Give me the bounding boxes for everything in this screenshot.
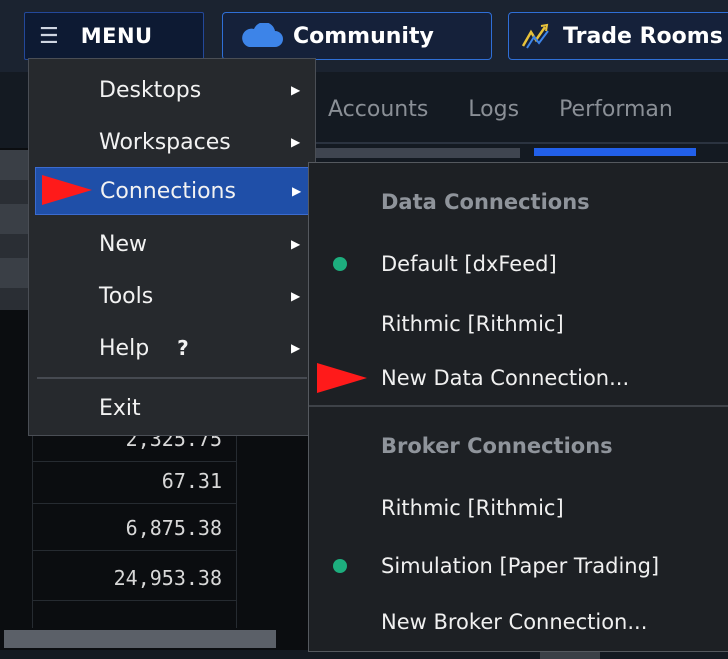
- menu-item-workspaces[interactable]: Workspaces ▶: [29, 119, 315, 165]
- menu-item-tools[interactable]: Tools ▶: [29, 273, 315, 319]
- caret-right-icon: ▶: [291, 341, 301, 355]
- panel-header-strip: [310, 148, 520, 158]
- community-button[interactable]: Community: [222, 12, 492, 60]
- menu-divider: [37, 377, 307, 379]
- tab-logs[interactable]: Logs: [468, 97, 519, 122]
- data-connections-header: Data Connections: [309, 177, 728, 227]
- connection-label: Default [dxFeed]: [381, 252, 557, 276]
- broker-connections-header: Broker Connections: [309, 421, 728, 471]
- tab-divider: [310, 142, 728, 144]
- menu-item-new[interactable]: New ▶: [29, 221, 315, 267]
- connection-label: New Broker Connection...: [381, 610, 648, 634]
- menu-item-label: Help: [99, 335, 150, 361]
- menu-item-label: Connections: [100, 178, 236, 204]
- panel-blue-header: [534, 148, 696, 156]
- connected-status-icon: [333, 559, 347, 573]
- question-icon: ?: [177, 336, 189, 360]
- menu-item-help[interactable]: Help ? ▶: [29, 325, 315, 371]
- tab-performance[interactable]: Performan: [559, 97, 673, 122]
- menu-button-label: MENU: [80, 24, 153, 48]
- connection-item-rithmic-data[interactable]: Rithmic [Rithmic]: [309, 299, 728, 349]
- community-label: Community: [293, 23, 434, 49]
- chart-trend-icon: [521, 23, 549, 49]
- trade-rooms-label: Trade Rooms: [563, 23, 723, 49]
- connection-label: New Data Connection...: [381, 366, 630, 390]
- caret-right-icon: ▶: [291, 237, 301, 251]
- table-cell: 24,953.38: [32, 555, 236, 601]
- connection-item-default-dxfeed[interactable]: Default [dxFeed]: [309, 239, 728, 289]
- menu-item-exit[interactable]: Exit: [29, 385, 315, 431]
- section-heading: Data Connections: [381, 190, 590, 214]
- connection-label: Rithmic [Rithmic]: [381, 312, 564, 336]
- main-menu: Desktops ▶ Workspaces ▶ Connections ▶ Ne…: [28, 58, 339, 436]
- menu-item-label: New: [99, 231, 147, 257]
- menu-item-label: Workspaces: [99, 129, 231, 155]
- menu-item-desktops[interactable]: Desktops ▶: [29, 67, 315, 113]
- connection-label: Simulation [Paper Trading]: [381, 554, 660, 578]
- connection-item-simulation[interactable]: Simulation [Paper Trading]: [309, 541, 728, 591]
- trade-rooms-button[interactable]: Trade Rooms: [508, 12, 728, 60]
- new-broker-connection-item[interactable]: New Broker Connection...: [309, 597, 728, 647]
- connection-item-rithmic-broker[interactable]: Rithmic [Rithmic]: [309, 483, 728, 533]
- pointer-arrow-icon: [317, 363, 367, 393]
- caret-right-icon: ▶: [292, 184, 302, 198]
- menu-button[interactable]: ☰ MENU: [24, 12, 204, 60]
- tab-bar: Accounts Logs Performan: [310, 86, 728, 132]
- hamburger-icon: ☰: [39, 23, 59, 49]
- section-heading: Broker Connections: [381, 434, 613, 458]
- connection-label: Rithmic [Rithmic]: [381, 496, 564, 520]
- menu-item-connections[interactable]: Connections ▶: [35, 167, 339, 215]
- menu-item-label: Desktops: [99, 77, 202, 103]
- cloud-icon: [242, 23, 283, 47]
- tab-accounts[interactable]: Accounts: [328, 97, 428, 122]
- caret-right-icon: ▶: [291, 135, 301, 149]
- caret-right-icon: ▶: [291, 289, 301, 303]
- connections-submenu: Data Connections Default [dxFeed] Rithmi…: [308, 162, 728, 652]
- menu-item-label: Exit: [99, 395, 141, 421]
- pointer-arrow-icon: [42, 175, 92, 205]
- scrollbar-thumb[interactable]: [4, 630, 276, 648]
- connected-status-icon: [333, 257, 347, 271]
- new-data-connection-item[interactable]: New Data Connection...: [309, 353, 728, 403]
- caret-right-icon: ▶: [291, 83, 301, 97]
- menu-item-label: Tools: [99, 283, 154, 309]
- submenu-divider: [309, 405, 728, 407]
- table-cell: 67.31: [32, 458, 236, 504]
- table-cell: 6,875.38: [32, 505, 236, 551]
